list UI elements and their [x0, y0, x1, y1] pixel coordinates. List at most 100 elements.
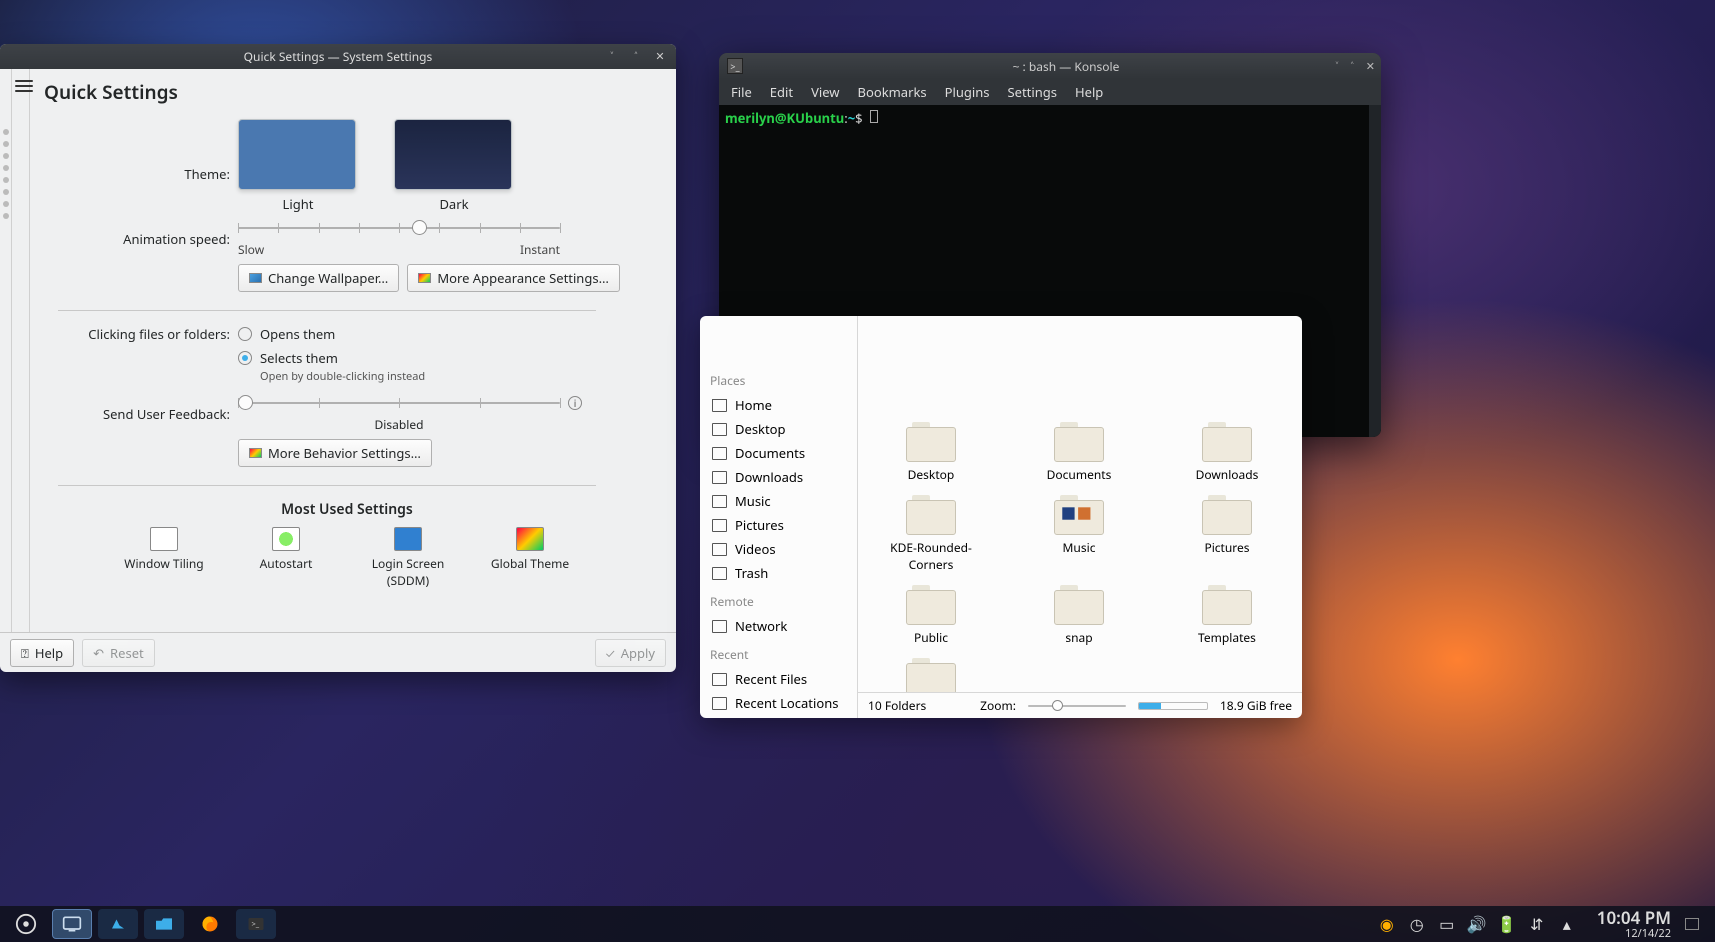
menu-view[interactable]: View: [811, 83, 839, 101]
feedback-slider[interactable]: [238, 394, 560, 412]
settings-rail[interactable]: [0, 69, 12, 632]
task-konsole[interactable]: >_: [236, 909, 276, 939]
sidebar-item-network[interactable]: Network: [706, 614, 851, 638]
click-hint: Open by double-clicking instead: [260, 369, 425, 384]
menu-help[interactable]: Help: [1075, 83, 1103, 101]
most-used-global-theme[interactable]: Global Theme: [485, 527, 575, 589]
sidebar-item-documents[interactable]: Documents: [706, 441, 851, 465]
download-icon: [712, 471, 727, 484]
display-icon[interactable]: ▭: [1439, 916, 1455, 932]
music-icon: [712, 495, 727, 508]
disk-free: 18.9 GiB free: [1220, 697, 1292, 714]
dolphin-sidebar: Places Home Desktop Documents Downloads …: [700, 316, 858, 718]
theme-thumb-light: [238, 119, 356, 190]
folder-videos[interactable]: [872, 656, 990, 692]
animation-speed-label: Animation speed:: [58, 230, 238, 248]
divider: [58, 485, 596, 486]
menu-settings[interactable]: Settings: [1008, 83, 1057, 101]
sidebar-item-downloads[interactable]: Downloads: [706, 465, 851, 489]
menu-file[interactable]: File: [731, 83, 752, 101]
folder-downloads[interactable]: Downloads: [1168, 420, 1286, 483]
network-icon[interactable]: ⇵: [1529, 916, 1545, 932]
system-tray: ◉ ◷ ▭ 🔊 🔋 ⇵ ▴ 10:04 PM 12/14/22: [1379, 909, 1709, 939]
sidebar-item-recent-files[interactable]: Recent Files: [706, 667, 851, 691]
change-wallpaper-button[interactable]: Change Wallpaper…: [238, 264, 399, 292]
undo-icon: ↶: [93, 644, 104, 662]
menu-plugins[interactable]: Plugins: [945, 83, 990, 101]
sidebar-item-home[interactable]: Home: [706, 393, 851, 417]
settings-window-title: Quick Settings — System Settings: [0, 48, 676, 65]
system-settings-window: Quick Settings — System Settings ˅ ˄ ✕ Q…: [0, 44, 676, 672]
settings-titlebar[interactable]: Quick Settings — System Settings ˅ ˄ ✕: [0, 44, 676, 69]
radio-opens-them[interactable]: Opens them: [238, 325, 335, 343]
konsole-titlebar[interactable]: >_ ~ : bash — Konsole ˅ ˄ ✕: [719, 53, 1381, 79]
maximize-icon[interactable]: ˄: [630, 51, 642, 63]
folder-public[interactable]: Public: [872, 583, 990, 646]
most-used-login-screen[interactable]: Login Screen (SDDM): [363, 527, 453, 589]
task-system-settings[interactable]: [52, 909, 92, 939]
feedback-value: Disabled: [238, 416, 560, 433]
folder-snap[interactable]: snap: [1020, 583, 1138, 646]
volume-icon[interactable]: 🔊: [1469, 916, 1485, 932]
disk-usage-bar: [1138, 702, 1208, 710]
maximize-icon[interactable]: ˄: [1351, 59, 1354, 74]
minimize-icon[interactable]: ˅: [1336, 59, 1339, 74]
terminal-icon: >_: [727, 58, 743, 74]
sidebar-item-music[interactable]: Music: [706, 489, 851, 513]
task-dolphin[interactable]: [144, 909, 184, 939]
animation-speed-slider[interactable]: [238, 219, 560, 237]
help-icon: ⍰: [21, 644, 29, 662]
task-discover[interactable]: [98, 909, 138, 939]
menu-bookmarks[interactable]: Bookmarks: [858, 83, 927, 101]
kdeconnect-icon[interactable]: ◷: [1409, 916, 1425, 932]
info-icon[interactable]: i: [568, 396, 582, 410]
sidebar-item-desktop[interactable]: Desktop: [706, 417, 851, 441]
clock[interactable]: 10:04 PM 12/14/22: [1597, 909, 1671, 939]
radio-selects-them[interactable]: Selects them: [238, 349, 425, 367]
dolphin-file-grid[interactable]: Desktop Documents Downloads KDE-Rounded-…: [858, 316, 1302, 692]
sidebar-item-trash[interactable]: Trash: [706, 561, 851, 585]
more-behavior-settings-button[interactable]: More Behavior Settings…: [238, 439, 432, 467]
minimize-icon[interactable]: ˅: [606, 51, 618, 63]
close-icon[interactable]: ✕: [654, 51, 666, 63]
task-firefox[interactable]: [190, 909, 230, 939]
folder-documents[interactable]: Documents: [1020, 420, 1138, 483]
cursor-icon: [870, 110, 878, 123]
most-used-window-tiling[interactable]: Window Tiling: [119, 527, 209, 589]
close-icon[interactable]: ✕: [1366, 59, 1375, 74]
divider: [58, 310, 596, 311]
folder-music[interactable]: Music: [1020, 493, 1138, 573]
folder-pictures[interactable]: Pictures: [1168, 493, 1286, 573]
reset-button[interactable]: ↶ Reset: [82, 639, 155, 667]
zoom-label: Zoom:: [980, 697, 1016, 714]
folder-templates[interactable]: Templates: [1168, 583, 1286, 646]
more-appearance-settings-button[interactable]: More Appearance Settings…: [407, 264, 620, 292]
sidebar-item-recent-locations[interactable]: Recent Locations: [706, 691, 851, 715]
apply-button[interactable]: ✓ Apply: [595, 639, 666, 667]
folder-desktop[interactable]: Desktop: [872, 420, 990, 483]
pictures-icon: [712, 519, 727, 532]
app-launcher-button[interactable]: [6, 909, 46, 939]
battery-icon[interactable]: 🔋: [1499, 916, 1515, 932]
folder-kde-rounded-corners[interactable]: KDE-Rounded-Corners: [872, 493, 990, 573]
tray-expand-icon[interactable]: ▴: [1559, 916, 1575, 932]
theme-thumb-dark: [394, 119, 512, 190]
theme-option-dark[interactable]: Dark: [394, 119, 514, 213]
clock-icon: [712, 673, 727, 686]
help-button[interactable]: ⍰ Help: [10, 639, 74, 667]
page-title: Quick Settings: [44, 79, 636, 105]
login-screen-icon: [394, 527, 422, 551]
sidebar-item-pictures[interactable]: Pictures: [706, 513, 851, 537]
sidebar-item-videos[interactable]: Videos: [706, 537, 851, 561]
most-used-autostart[interactable]: Autostart: [241, 527, 331, 589]
check-icon: ✓: [606, 644, 615, 662]
terminal-scrollbar[interactable]: [1369, 105, 1381, 437]
menu-edit[interactable]: Edit: [770, 83, 793, 101]
updates-icon[interactable]: ◉: [1379, 916, 1395, 932]
konsole-title: ~ : bash — Konsole: [751, 58, 1381, 75]
zoom-slider[interactable]: [1028, 703, 1126, 709]
status-folder-count: 10 Folders: [868, 697, 926, 714]
window-tiling-icon: [150, 527, 178, 551]
show-desktop-icon[interactable]: [1685, 918, 1699, 930]
theme-option-light[interactable]: Light: [238, 119, 358, 213]
